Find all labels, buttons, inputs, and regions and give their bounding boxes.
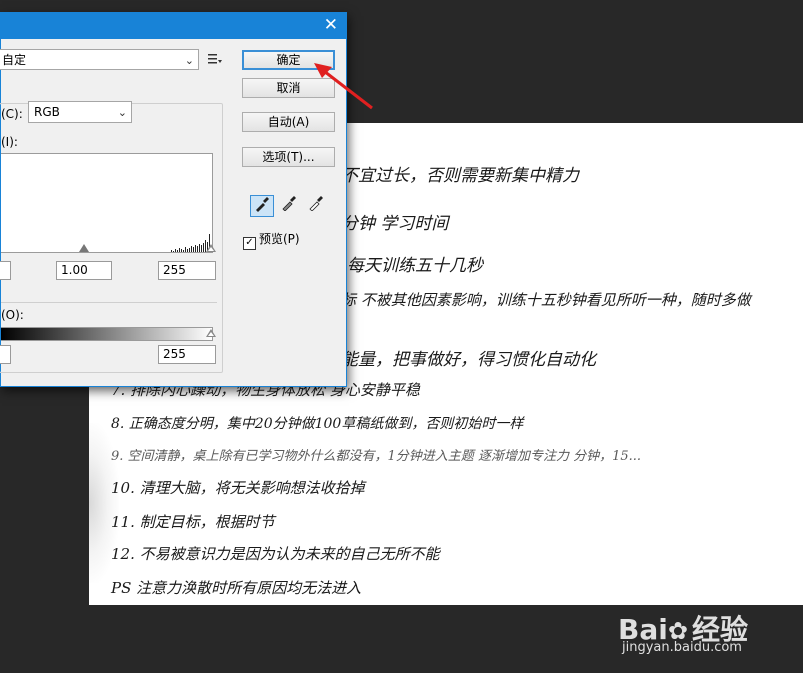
output-gradient [1, 327, 213, 341]
histogram [1, 153, 213, 253]
channel-value: RGB [34, 105, 60, 119]
handwritten-line: 标 不被其他因素影响，训练十五秒钟看见所听一种，随时多做 [341, 291, 751, 309]
channel-select[interactable]: RGB ⌄ [28, 101, 132, 123]
histogram-bar [199, 244, 200, 252]
histogram-bar [193, 247, 194, 252]
handwritten-line: 10. 清理大脑，将无关影响想法收拾掉 [111, 479, 365, 497]
handwritten-line: 11. 制定目标，根据时节 [111, 513, 275, 531]
histogram-bar [173, 251, 174, 252]
checkmark-icon: ✓ [243, 237, 256, 250]
histogram-bar [171, 250, 172, 252]
close-icon[interactable]: ✕ [324, 15, 338, 35]
handwritten-line: 9. 空间清静，桌上除有已学习物外什么都没有，1分钟进入主题 逐渐增加专注力 分… [111, 449, 642, 464]
output-shadow-field[interactable] [0, 345, 11, 364]
handwritten-line: 每天训练五十几秒 [347, 256, 483, 276]
black-eyedropper-icon[interactable] [250, 195, 274, 217]
levels-dialog: ✕ 自定 ⌄ 确定 取消 自动(A) 选项(T)... ✓ 预览(P) (C): … [0, 12, 347, 387]
preset-value: 自定 [2, 53, 27, 67]
histogram-bar [187, 249, 188, 252]
output-highlight-field[interactable]: 255 [158, 345, 216, 364]
histogram-bar [191, 246, 192, 252]
histogram-bar [177, 250, 178, 252]
histogram-bar [201, 245, 202, 252]
handwritten-line: 分钟 学习时间 [341, 214, 449, 234]
preview-label: 预览(P) [259, 232, 300, 246]
input-highlight-field[interactable]: 255 [158, 261, 216, 280]
input-levels-label: (I): [1, 135, 18, 149]
preset-options-icon[interactable] [208, 53, 222, 69]
chevron-down-icon: ⌄ [117, 106, 127, 119]
input-shadow-field[interactable] [0, 261, 11, 280]
watermark-url: jingyan.baidu.com [622, 640, 742, 655]
options-button[interactable]: 选项(T)... [242, 147, 335, 167]
dialog-titlebar: ✕ [1, 13, 346, 39]
chevron-down-icon: ⌄ [184, 54, 194, 67]
histogram-bar [185, 247, 186, 252]
divider [1, 302, 217, 303]
histogram-bar [175, 249, 176, 252]
handwritten-line: 8. 正确态度分明，集中20分钟做100草稿纸做到，否则初始时一样 [111, 416, 524, 432]
preview-checkbox[interactable]: ✓ 预览(P) [243, 230, 300, 250]
handwritten-line: 不宜过长，否则需要新集中精力 [341, 166, 579, 186]
histogram-bar [181, 249, 182, 252]
white-eyedropper-icon[interactable] [304, 195, 328, 217]
histogram-bar [183, 250, 184, 252]
output-highlight-handle[interactable] [206, 329, 216, 337]
handwritten-line: PS 注意力涣散时所有原因均无法进入 [111, 579, 362, 597]
gamma-slider-handle[interactable] [79, 244, 89, 252]
histogram-bar [189, 248, 190, 252]
preset-select[interactable]: 自定 ⌄ [0, 49, 199, 70]
histogram-bar [197, 246, 198, 252]
channel-label: (C): [1, 107, 25, 121]
handwritten-line: 能量，把事做好，得习惯化自动化 [341, 350, 596, 370]
input-gamma-field[interactable]: 1.00 [56, 261, 112, 280]
histogram-bar [179, 248, 180, 252]
histogram-bar [203, 243, 204, 252]
output-levels-label: (O): [1, 308, 24, 322]
gray-eyedropper-icon[interactable] [277, 195, 301, 217]
histogram-bar [195, 245, 196, 252]
highlight-slider-handle[interactable] [206, 244, 216, 252]
handwritten-line: 12. 不易被意识力是因为认为未来的自己无所不能 [111, 545, 440, 563]
annotation-arrow [314, 63, 373, 110]
